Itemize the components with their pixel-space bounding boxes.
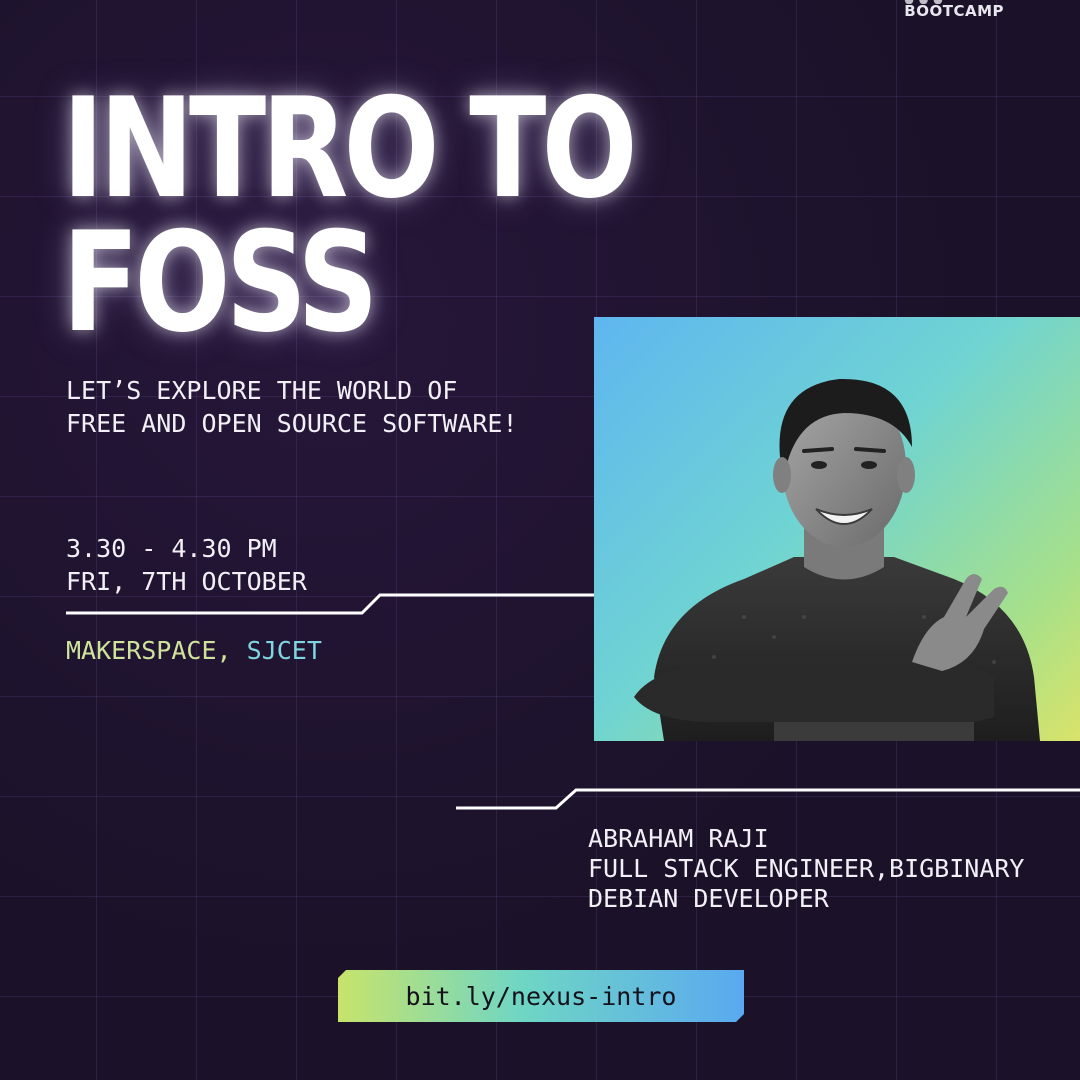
divider-line-top xyxy=(66,593,594,615)
speaker-role: FULL STACK ENGINEER,BIGBINARY xyxy=(588,854,1025,883)
speaker-name: ABRAHAM RAJI xyxy=(588,824,769,853)
poster: ● ● ● BOOTCAMP INTRO TO FOSS LET’S EXPLO… xyxy=(0,0,1080,1080)
registration-link[interactable]: bit.ly/nexus-intro xyxy=(338,970,744,1022)
divider-line-bottom xyxy=(456,788,1080,810)
link-pill[interactable]: bit.ly/nexus-intro xyxy=(338,970,744,1022)
speaker-info: ABRAHAM RAJI FULL STACK ENGINEER,BIGBINA… xyxy=(588,824,1025,914)
link-text[interactable]: bit.ly/nexus-intro xyxy=(406,982,677,1011)
speaker-role-2: DEBIAN DEVELOPER xyxy=(588,884,829,913)
connector-lines xyxy=(66,593,1080,810)
